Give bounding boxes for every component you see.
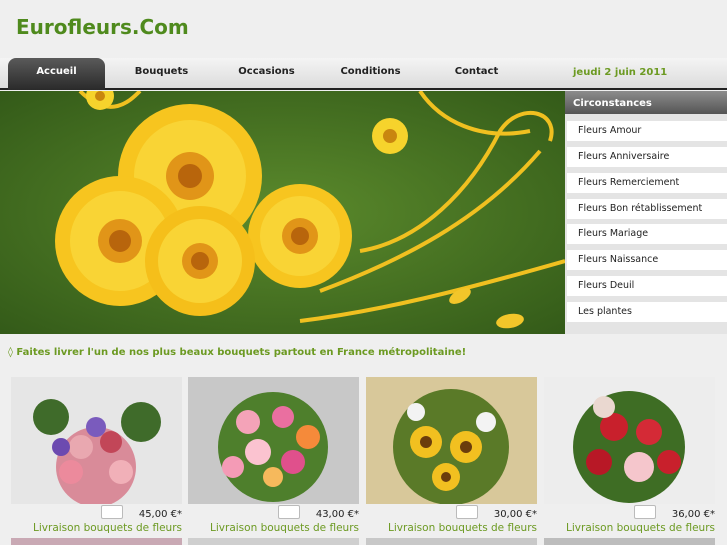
gerbera-banner-image	[0, 91, 565, 334]
product-link[interactable]: Livraison bouquets de fleurs	[33, 522, 182, 534]
product-price: 43,00 €*	[315, 509, 359, 520]
cart-icon[interactable]	[634, 505, 656, 519]
bouquet-image[interactable]	[11, 377, 182, 504]
sidebar-item-fleurs-deuil[interactable]: Fleurs Deuil	[567, 276, 727, 296]
current-date: jeudi 2 juin 2011	[573, 67, 668, 78]
tagline: ◊ Faites livrer l'un de nos plus beaux b…	[8, 347, 467, 358]
next-row-image	[366, 538, 537, 545]
bouquet-image[interactable]	[366, 377, 537, 504]
product-link[interactable]: Livraison bouquets de fleurs	[388, 522, 537, 534]
product-link[interactable]: Livraison bouquets de fleurs	[210, 522, 359, 534]
product-link[interactable]: Livraison bouquets de fleurs	[566, 522, 715, 534]
product-card: 45,00 €* Livraison bouquets de fleurs	[11, 377, 182, 534]
product-card: 30,00 €* Livraison bouquets de fleurs	[366, 377, 537, 534]
product-price: 45,00 €*	[138, 509, 182, 520]
sidebar-title: Circonstances	[565, 91, 727, 114]
next-row-image	[544, 538, 715, 545]
hero-banner	[0, 91, 565, 334]
sidebar-item-fleurs-naissance[interactable]: Fleurs Naissance	[567, 250, 727, 270]
cart-icon[interactable]	[278, 505, 300, 519]
main-nav: Accueil Bouquets Occasions Conditions Co…	[0, 58, 727, 90]
site-logo[interactable]: Eurofleurs.Com	[16, 15, 189, 39]
tab-occasions[interactable]: Occasions	[218, 58, 315, 90]
product-price: 36,00 €*	[671, 509, 715, 520]
sidebar-item-fleurs-remerciement[interactable]: Fleurs Remerciement	[567, 173, 727, 193]
sidebar-item-fleurs-amour[interactable]: Fleurs Amour	[567, 121, 727, 141]
cart-icon[interactable]	[456, 505, 478, 519]
tab-conditions[interactable]: Conditions	[322, 58, 419, 90]
tab-accueil[interactable]: Accueil	[8, 58, 105, 90]
bouquet-image[interactable]	[544, 377, 715, 504]
next-row-image	[188, 538, 359, 545]
tab-contact[interactable]: Contact	[428, 58, 525, 90]
product-card: 43,00 €* Livraison bouquets de fleurs	[188, 377, 359, 534]
cart-icon[interactable]	[101, 505, 123, 519]
bouquet-image[interactable]	[188, 377, 359, 504]
sidebar-item-fleurs-anniversaire[interactable]: Fleurs Anniversaire	[567, 147, 727, 167]
product-price: 30,00 €*	[493, 509, 537, 520]
circonstances-sidebar: Circonstances Fleurs Amour Fleurs Annive…	[565, 91, 727, 334]
product-card: 36,00 €* Livraison bouquets de fleurs	[544, 377, 715, 534]
sidebar-item-fleurs-bon-retablissement[interactable]: Fleurs Bon rétablissement	[567, 199, 727, 219]
sidebar-item-les-plantes[interactable]: Les plantes	[567, 302, 727, 322]
sidebar-item-fleurs-mariage[interactable]: Fleurs Mariage	[567, 224, 727, 244]
tab-bouquets[interactable]: Bouquets	[113, 58, 210, 90]
next-row-image	[11, 538, 182, 545]
